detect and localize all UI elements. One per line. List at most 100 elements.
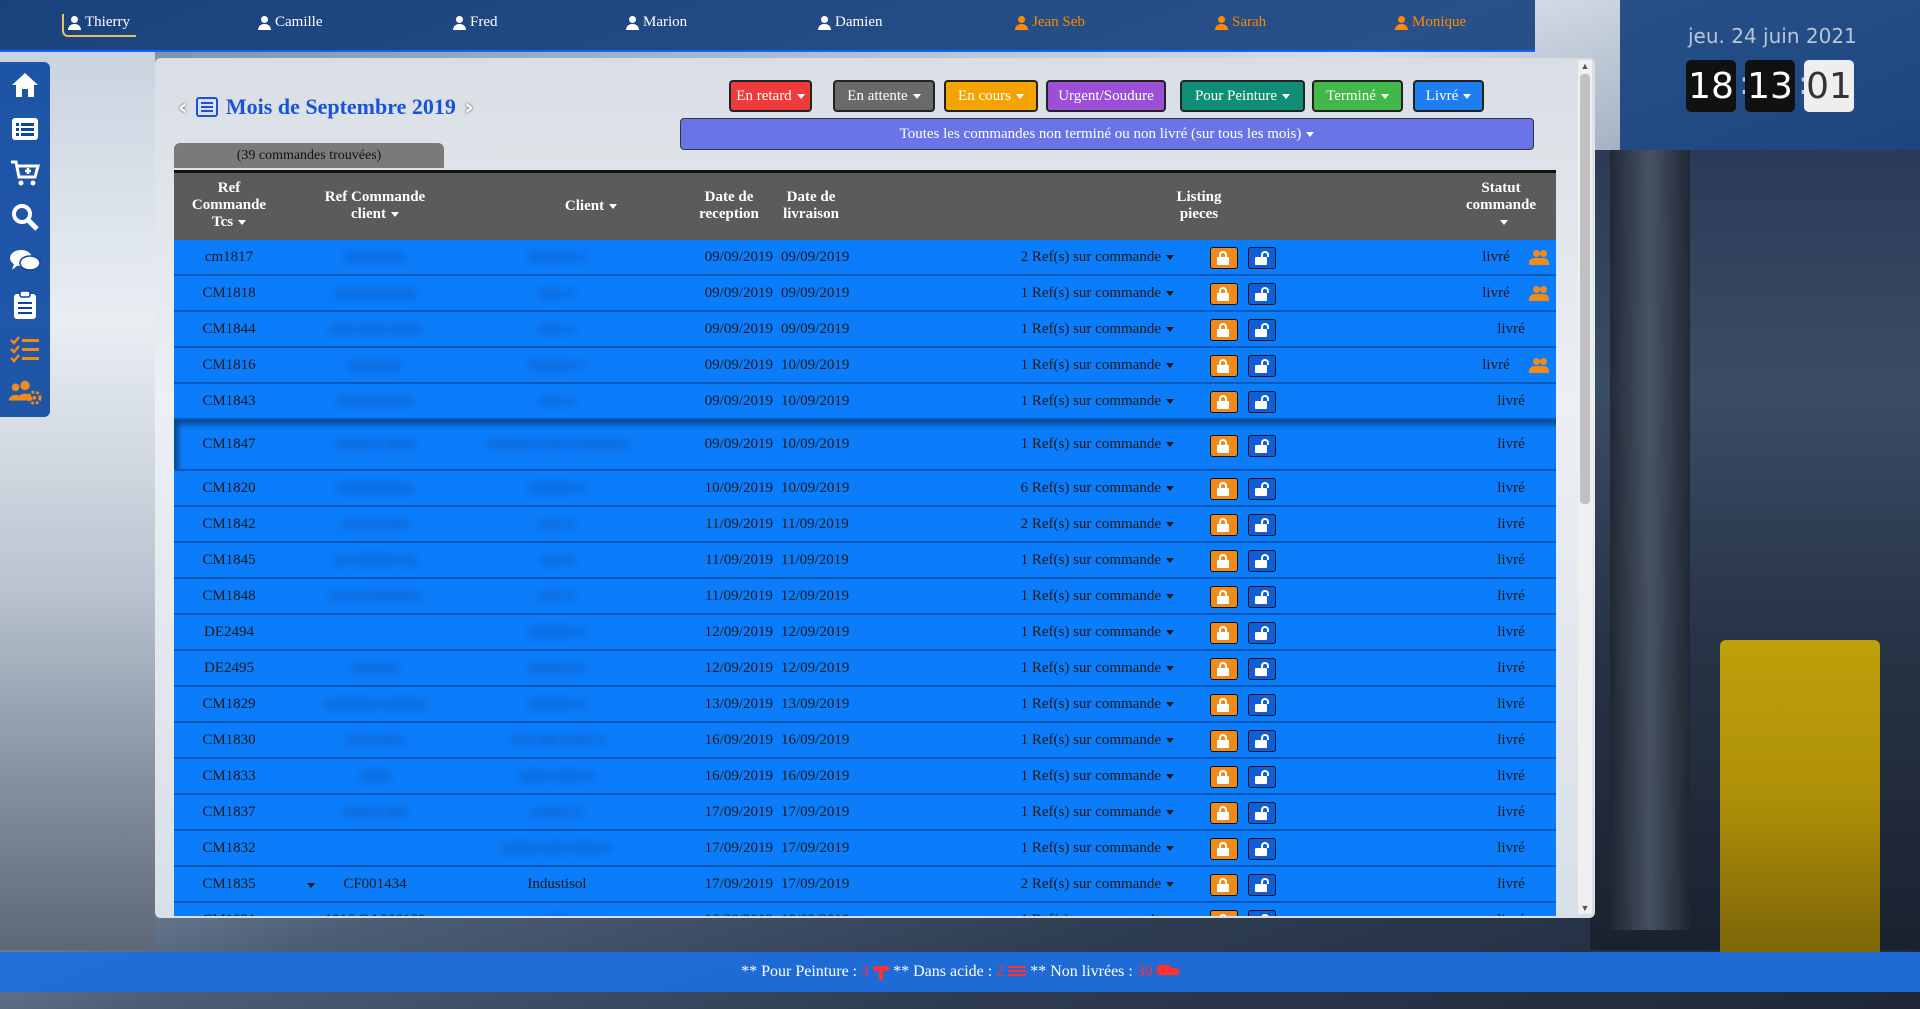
listing-dropdown[interactable]: 1 Ref(s) sur commande [974, 903, 1178, 917]
listing-dropdown[interactable]: 1 Ref(s) sur commande [974, 543, 1178, 577]
lock-icon[interactable] [1210, 478, 1238, 500]
listing-dropdown[interactable]: 1 Ref(s) sur commande [974, 579, 1178, 613]
header-livraison[interactable]: Date de livraison [766, 189, 856, 223]
user-tab[interactable]: Jean Seb [1015, 14, 1085, 31]
assigned-worker-icon[interactable] [1529, 358, 1549, 374]
scroll-down-arrow[interactable]: ▼ [1578, 902, 1592, 914]
lock-icon[interactable] [1210, 283, 1238, 305]
filter-button[interactable]: En attente [833, 80, 935, 112]
filter-button[interactable]: Terminé [1312, 80, 1403, 112]
user-tab[interactable]: Marion [626, 14, 687, 31]
scroll-thumb[interactable] [1580, 74, 1590, 504]
table-row[interactable]: CM1816 xxxxxxx xxxxxx x 09/09/2019 10/09/201… [174, 348, 1556, 384]
listing-dropdown[interactable]: 1 Ref(s) sur commande [974, 420, 1178, 469]
filter-button[interactable]: En cours [944, 80, 1038, 112]
table-row[interactable]: cm1817 xxxxxxxx xxxxxx x 09/09/2019 09/09/20… [174, 240, 1556, 276]
table-row[interactable]: CM1845 xx xxxxxx xx xxx x 11/09/2019 11/09/2… [174, 543, 1556, 579]
lock-icon[interactable] [1210, 435, 1238, 457]
unlock-icon[interactable] [1248, 586, 1276, 608]
header-statut[interactable]: Statut commande [1446, 180, 1556, 231]
lock-icon[interactable] [1210, 910, 1238, 916]
header-client[interactable]: Client [466, 198, 716, 215]
header-ref-client[interactable]: Ref Commande client [284, 189, 466, 223]
unlock-icon[interactable] [1248, 838, 1276, 860]
users-gear-icon[interactable] [8, 376, 42, 410]
lock-icon[interactable] [1210, 838, 1238, 860]
unlock-icon[interactable] [1248, 391, 1276, 413]
table-row[interactable]: CM1837 xxxxx xxx xxxxx x 17/09/2019 17/09/20… [174, 795, 1556, 831]
header-reception[interactable]: Date de reception [684, 189, 774, 223]
lock-icon[interactable] [1210, 730, 1238, 752]
unlock-icon[interactable] [1248, 766, 1276, 788]
unlock-icon[interactable] [1248, 435, 1276, 457]
table-row[interactable]: CM1842 xxx xx xxx xxx x 11/09/2019 11/09/201… [174, 507, 1556, 543]
listing-dropdown[interactable]: 6 Ref(s) sur commande [974, 471, 1178, 505]
unlock-icon[interactable] [1248, 802, 1276, 824]
listing-dropdown[interactable]: 1 Ref(s) sur commande [974, 384, 1178, 418]
user-tab[interactable]: Camille [258, 14, 323, 31]
listing-dropdown[interactable]: 2 Ref(s) sur commande [974, 240, 1178, 274]
table-row[interactable]: CM1833 xxxx xxxx xxxx x 16/09/2019 16/09/201… [174, 759, 1556, 795]
header-listing[interactable]: Listing pieces [1124, 189, 1274, 223]
unlock-icon[interactable] [1248, 319, 1276, 341]
unlock-icon[interactable] [1248, 622, 1276, 644]
unlock-icon[interactable] [1248, 874, 1276, 896]
lock-icon[interactable] [1210, 391, 1238, 413]
table-row[interactable]: CM1820 xxxxxxxxxx xxxxxx x 10/09/2019 10/09/… [174, 471, 1556, 507]
unlock-icon[interactable] [1248, 694, 1276, 716]
lock-icon[interactable] [1210, 514, 1238, 536]
assigned-worker-icon[interactable] [1529, 286, 1549, 302]
listing-dropdown[interactable]: 1 Ref(s) sur commande [974, 348, 1178, 382]
lock-icon[interactable] [1210, 550, 1238, 572]
listing-dropdown[interactable]: 1 Ref(s) sur commande [974, 615, 1178, 649]
clipboard-icon[interactable] [8, 288, 42, 322]
table-row[interactable]: DE2495 xxxxxx xxxxxx x 12/09/2019 12/09/2019… [174, 651, 1556, 687]
listing-dropdown[interactable]: 2 Ref(s) sur commande [974, 507, 1178, 541]
next-month-chevron-icon[interactable]: › [464, 93, 474, 121]
table-row[interactable]: CM1818 xxxxxxxxxxx xxx x 09/09/2019 09/09/20… [174, 276, 1556, 312]
table-row[interactable]: CM1832 xxxxx xxx xxxx x 17/09/2019 17/09/20… [174, 831, 1556, 867]
user-tab[interactable]: Monique [1395, 14, 1466, 31]
table-row[interactable]: CM1848 xx xx xxxxxxx xxx x 11/09/2019 12/09/… [174, 579, 1556, 615]
unlock-icon[interactable] [1248, 247, 1276, 269]
unlock-icon[interactable] [1248, 730, 1276, 752]
listing-dropdown[interactable]: 1 Ref(s) sur commande [974, 723, 1178, 757]
lock-icon[interactable] [1210, 802, 1238, 824]
unlock-icon[interactable] [1248, 550, 1276, 572]
checklist-icon[interactable] [8, 332, 42, 366]
lock-icon[interactable] [1210, 874, 1238, 896]
user-tab[interactable]: Damien [818, 14, 882, 31]
table-row[interactable]: CM1830 xxx xxxx xxx xxx xxxx x 16/09/2019 16… [174, 723, 1556, 759]
unlock-icon[interactable] [1248, 910, 1276, 916]
user-tab[interactable]: Fred [453, 14, 498, 31]
chat-icon[interactable] [8, 244, 42, 278]
assigned-worker-icon[interactable] [1529, 250, 1549, 266]
home-icon[interactable] [8, 68, 42, 102]
lock-icon[interactable] [1210, 247, 1238, 269]
unlock-icon[interactable] [1248, 658, 1276, 680]
lock-icon[interactable] [1210, 622, 1238, 644]
lock-icon[interactable] [1210, 694, 1238, 716]
listing-dropdown[interactable]: 1 Ref(s) sur commande [974, 759, 1178, 793]
unlock-icon[interactable] [1248, 478, 1276, 500]
listing-dropdown[interactable]: 1 Ref(s) sur commande [974, 651, 1178, 685]
user-tab[interactable]: Thierry [62, 14, 136, 37]
filter-button[interactable]: Urgent/Soudure [1046, 80, 1166, 112]
lock-icon[interactable] [1210, 319, 1238, 341]
prev-month-chevron-icon[interactable]: ‹ [178, 93, 188, 121]
search-icon[interactable] [8, 200, 42, 234]
lock-icon[interactable] [1210, 586, 1238, 608]
unlock-icon[interactable] [1248, 514, 1276, 536]
listing-dropdown[interactable]: 1 Ref(s) sur commande [974, 687, 1178, 721]
all-orders-filter[interactable]: Toutes les commandes non terminé ou non … [680, 118, 1534, 150]
panel-scrollbar[interactable]: ▲ ▼ [1578, 60, 1592, 914]
lock-icon[interactable] [1210, 766, 1238, 788]
table-row[interactable]: CM18311016 GA006160xxx 16/09/2019 18/09/20… [174, 903, 1556, 916]
lock-icon[interactable] [1210, 658, 1238, 680]
user-tab[interactable]: Sarah [1215, 14, 1266, 31]
table-row[interactable]: CM1843 xxxxxxxxxx xxx x 09/09/2019 10/09/201… [174, 384, 1556, 420]
table-row[interactable]: DE2494 xxxxxx x 12/09/2019 12/09/2019 1 Ref(… [174, 615, 1556, 651]
list-icon[interactable] [8, 112, 42, 146]
listing-dropdown[interactable]: 1 Ref(s) sur commande [974, 312, 1178, 346]
listing-dropdown[interactable]: 1 Ref(s) sur commande [974, 276, 1178, 310]
